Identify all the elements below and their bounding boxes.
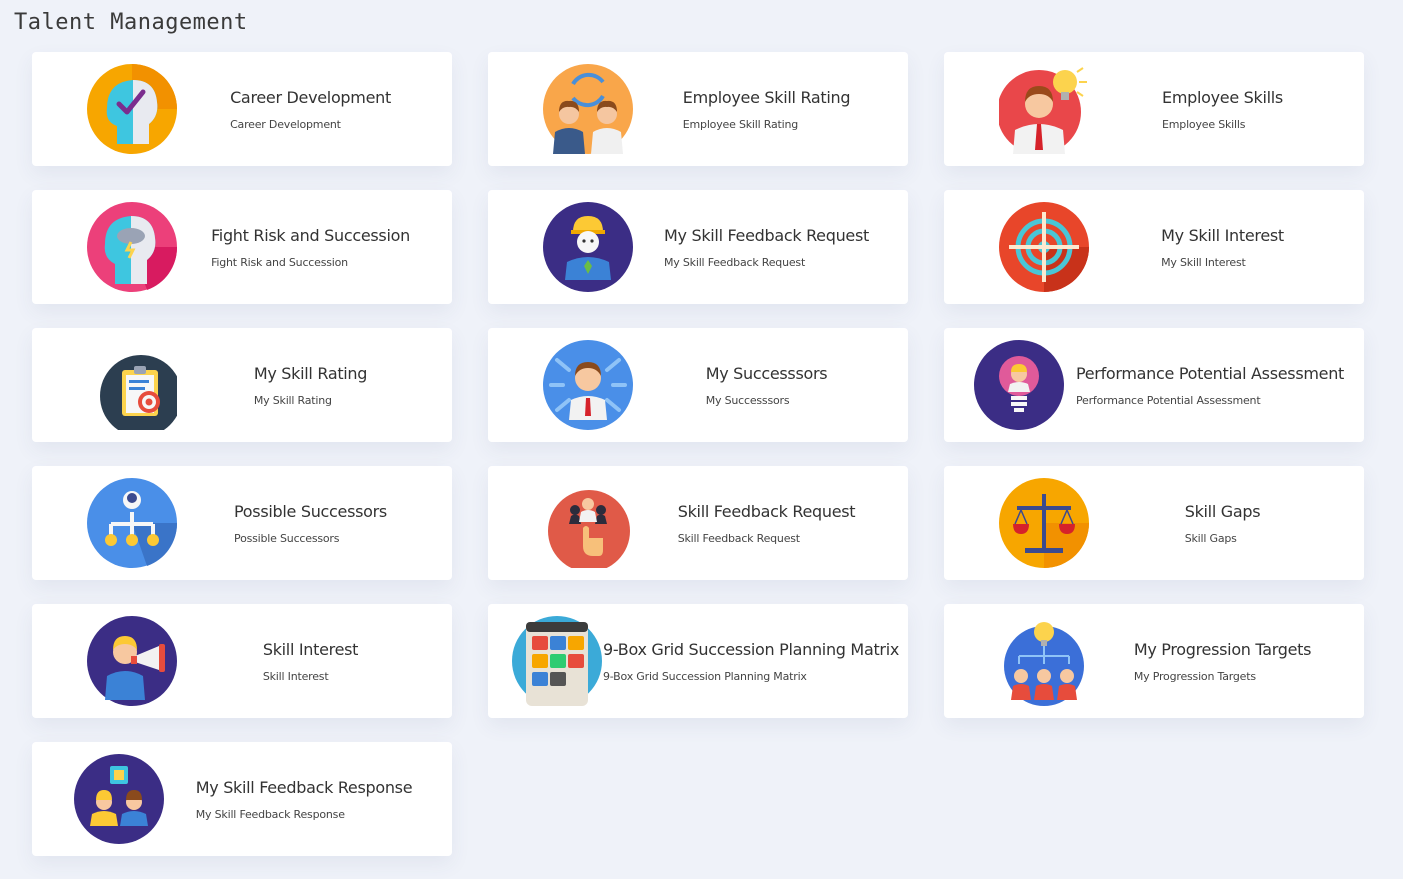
card-title: 9-Box Grid Succession Planning Matrix [602,639,900,659]
card-title: Skill Gaps [1184,501,1261,521]
card-title: My Skill Interest [1161,225,1284,245]
team-idea-icon [999,616,1089,706]
employee-skill-rating-icon [543,64,633,154]
module-grid: Career Development Career Development Em… [32,52,1364,856]
card-subtitle: My Successsors [705,393,790,407]
card-title: My Skill Feedback Request [664,225,869,245]
nine-box-grid-icon [512,616,602,706]
megaphone-person-icon [87,616,177,706]
card-my-successors[interactable]: My Successsors My Successsors [488,328,908,442]
lightbulb-person-icon [974,340,1064,430]
page-title: Talent Management [14,10,248,35]
card-my-skill-interest[interactable]: My Skill Interest My Skill Interest [944,190,1364,304]
card-title: Skill Interest [262,639,359,659]
card-subtitle: Skill Interest [262,669,329,683]
card-my-skill-rating[interactable]: My Skill Rating My Skill Rating [32,328,452,442]
career-development-icon [87,64,177,154]
card-title: My Skill Feedback Response [195,777,413,797]
card-subtitle: My Progression Targets [1133,669,1256,683]
card-career-development[interactable]: Career Development Career Development [32,52,452,166]
card-title: Performance Potential Assessment [1075,363,1345,383]
clipboard-target-icon [87,340,177,430]
my-successors-icon [543,340,633,430]
fight-risk-icon [87,202,177,292]
card-subtitle: Performance Potential Assessment [1075,393,1261,407]
card-employee-skills[interactable]: Employee Skills Employee Skills [944,52,1364,166]
card-subtitle: Possible Successors [234,531,340,545]
hand-pick-person-icon [543,478,633,568]
card-my-skill-feedback-response[interactable]: My Skill Feedback Response My Skill Feed… [32,742,452,856]
card-title: Career Development [230,87,391,107]
card-subtitle: My Skill Feedback Response [195,807,345,821]
my-skill-feedback-request-icon [543,202,633,292]
card-subtitle: Career Development [230,117,341,131]
card-skill-gaps[interactable]: Skill Gaps Skill Gaps [944,466,1364,580]
employee-skills-icon [999,64,1089,154]
card-title: Skill Feedback Request [677,501,856,521]
card-subtitle: My Skill Feedback Request [664,255,806,269]
balance-scale-icon [999,478,1089,568]
card-subtitle: Skill Feedback Request [677,531,800,545]
card-title: My Skill Rating [253,363,368,383]
card-subtitle: My Skill Rating [253,393,332,407]
card-subtitle: 9-Box Grid Succession Planning Matrix [602,669,807,683]
card-skill-feedback-request[interactable]: Skill Feedback Request Skill Feedback Re… [488,466,908,580]
card-title: Employee Skills [1162,87,1283,107]
card-possible-successors[interactable]: Possible Successors Possible Successors [32,466,452,580]
card-subtitle: My Skill Interest [1161,255,1246,269]
puzzle-team-icon [74,754,164,844]
org-chart-icon [87,478,177,568]
card-performance-potential-assessment[interactable]: Performance Potential Assessment Perform… [944,328,1364,442]
card-subtitle: Employee Skills [1162,117,1246,131]
card-employee-skill-rating[interactable]: Employee Skill Rating Employee Skill Rat… [488,52,908,166]
card-title: Employee Skill Rating [682,87,851,107]
card-my-skill-feedback-request[interactable]: My Skill Feedback Request My Skill Feedb… [488,190,908,304]
card-my-progression-targets[interactable]: My Progression Targets My Progression Ta… [944,604,1364,718]
card-title: Fight Risk and Succession [211,225,410,245]
card-subtitle: Employee Skill Rating [682,117,799,131]
card-subtitle: Skill Gaps [1184,531,1237,545]
card-fight-risk-and-succession[interactable]: Fight Risk and Succession Fight Risk and… [32,190,452,304]
card-nine-box-grid[interactable]: 9-Box Grid Succession Planning Matrix 9-… [488,604,908,718]
card-subtitle: Fight Risk and Succession [211,255,348,269]
card-title: My Progression Targets [1133,639,1312,659]
card-title: My Successsors [705,363,828,383]
target-icon [999,202,1089,292]
card-title: Possible Successors [234,501,387,521]
card-skill-interest[interactable]: Skill Interest Skill Interest [32,604,452,718]
